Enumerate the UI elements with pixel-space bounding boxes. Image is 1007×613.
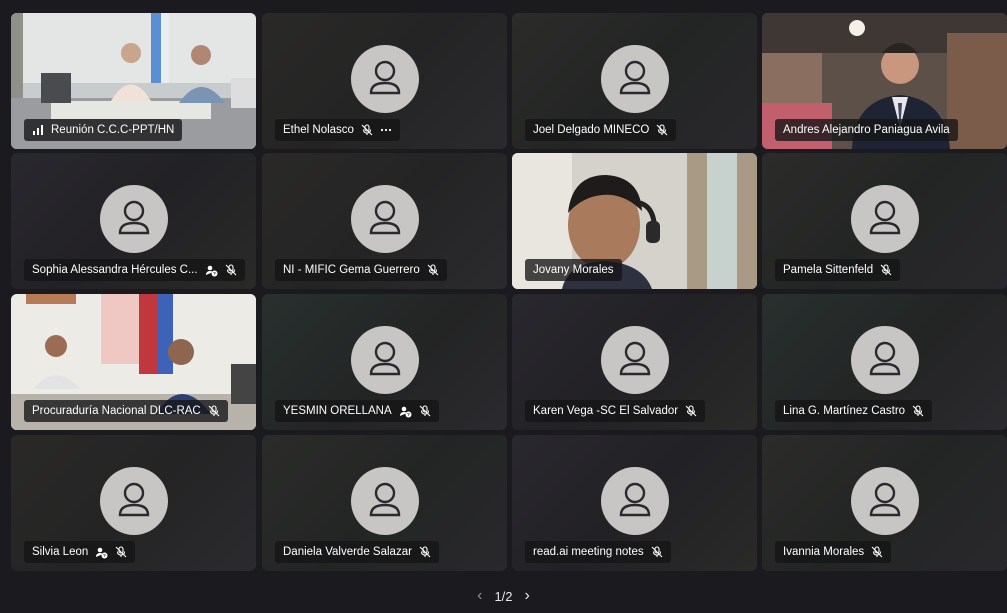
mic-off-icon	[651, 546, 663, 558]
participant-label: Andres Alejandro Paniagua Avila	[775, 119, 958, 141]
mic-off-icon	[361, 124, 373, 136]
mic-off-icon	[685, 405, 697, 417]
person-avatar-icon	[350, 185, 419, 253]
participant-label: Karen Vega -SC El Salvador	[525, 400, 706, 422]
video-tile-3[interactable]: Joel Delgado MINECO	[512, 13, 757, 149]
participant-label: Silvia Leon ?	[24, 541, 136, 563]
video-tile-4[interactable]: Andres Alejandro Paniagua Avila	[762, 13, 1007, 149]
person-avatar-icon	[350, 45, 419, 113]
participant-label: Procuraduría Nacional DLC-RAC	[24, 400, 228, 422]
participant-name: Joel Delgado MINECO	[533, 124, 650, 136]
gallery-pager: ‹ 1/2 ›	[0, 587, 1007, 605]
person-avatar-icon	[350, 467, 419, 535]
participant-name: Daniela Valverde Salazar	[283, 546, 412, 558]
participant-label: NI - MIFIC Gema Guerrero	[275, 259, 447, 281]
video-tile-12[interactable]: Lina G. Martínez Castro	[762, 294, 1007, 430]
prev-page-button[interactable]: ‹	[477, 587, 482, 605]
mic-off-icon	[419, 546, 431, 558]
mic-off-icon	[656, 124, 668, 136]
video-tile-5[interactable]: Sophia Alessandra Hércules C... ?	[11, 153, 256, 289]
participant-label: Daniela Valverde Salazar	[275, 541, 439, 563]
video-tile-9[interactable]: Procuraduría Nacional DLC-RAC	[11, 294, 256, 430]
person-avatar-icon	[600, 326, 669, 394]
video-tile-14[interactable]: Daniela Valverde Salazar	[262, 435, 507, 571]
participant-name: NI - MIFIC Gema Guerrero	[283, 264, 420, 276]
mic-off-icon	[225, 264, 237, 276]
person-avatar-icon	[850, 185, 919, 253]
participant-name: Silvia Leon	[32, 546, 89, 558]
participant-name: Procuraduría Nacional DLC-RAC	[32, 405, 201, 417]
mic-off-icon	[115, 546, 127, 558]
participant-label: Jovany Morales	[525, 259, 622, 281]
mic-off-icon	[427, 264, 439, 276]
participant-name: Andres Alejandro Paniagua Avila	[783, 124, 950, 136]
video-tile-6[interactable]: NI - MIFIC Gema Guerrero	[262, 153, 507, 289]
person-avatar-icon	[99, 467, 168, 535]
person-avatar-icon	[99, 185, 168, 253]
participant-name: read.ai meeting notes	[533, 546, 644, 558]
video-tile-13[interactable]: Silvia Leon ?	[11, 435, 256, 571]
participant-name: Lina G. Martínez Castro	[783, 405, 906, 417]
next-page-button[interactable]: ›	[525, 587, 530, 605]
participant-name: YESMIN ORELLANA	[283, 405, 392, 417]
participant-label: read.ai meeting notes	[525, 541, 671, 563]
person-avatar-icon	[850, 467, 919, 535]
person-avatar-icon	[350, 326, 419, 394]
participant-name: Jovany Morales	[533, 264, 614, 276]
mic-off-icon	[912, 405, 924, 417]
participant-name: Sophia Alessandra Hércules C...	[32, 264, 198, 276]
participant-name: Pamela Sittenfeld	[783, 264, 874, 276]
participant-label: Joel Delgado MINECO	[525, 119, 677, 141]
raise-hand-icon: ?	[399, 405, 412, 418]
participant-label: Ethel Nolasco	[275, 119, 400, 141]
participant-label: Lina G. Martínez Castro	[775, 400, 933, 422]
participant-name: Karen Vega -SC El Salvador	[533, 405, 679, 417]
video-tile-2[interactable]: Ethel Nolasco	[262, 13, 507, 149]
mic-off-icon	[208, 405, 220, 417]
video-tile-7[interactable]: Jovany Morales	[512, 153, 757, 289]
person-avatar-icon	[850, 326, 919, 394]
participant-name: Reunión C.C.C-PPT/HN	[51, 124, 175, 136]
mic-off-icon	[871, 546, 883, 558]
participant-label: Ivannia Morales	[775, 541, 892, 563]
page-indicator: 1/2	[494, 588, 513, 604]
video-tile-15[interactable]: read.ai meeting notes	[512, 435, 757, 571]
participant-label: Reunión C.C.C-PPT/HN	[24, 119, 183, 141]
svg-text:?: ?	[103, 553, 106, 558]
video-tile-11[interactable]: Karen Vega -SC El Salvador	[512, 294, 757, 430]
video-tile-10[interactable]: YESMIN ORELLANA ?	[262, 294, 507, 430]
participant-label: YESMIN ORELLANA ?	[275, 400, 439, 422]
participant-label: Sophia Alessandra Hércules C... ?	[24, 259, 245, 281]
raise-hand-icon: ?	[205, 264, 218, 277]
mic-off-icon	[880, 264, 892, 276]
participant-name: Ivannia Morales	[783, 546, 865, 558]
participant-name: Ethel Nolasco	[283, 124, 354, 136]
video-tile-8[interactable]: Pamela Sittenfeld	[762, 153, 1007, 289]
video-tile-16[interactable]: Ivannia Morales	[762, 435, 1007, 571]
svg-text:?: ?	[407, 412, 410, 417]
person-avatar-icon	[600, 467, 669, 535]
signal-bars-icon	[32, 124, 44, 136]
mic-off-icon	[419, 405, 431, 417]
participant-label: Pamela Sittenfeld	[775, 259, 901, 281]
raise-hand-icon: ?	[95, 546, 108, 559]
person-avatar-icon	[600, 45, 669, 113]
more-icon[interactable]	[380, 124, 392, 136]
video-tile-1[interactable]: Reunión C.C.C-PPT/HN	[11, 13, 256, 149]
svg-text:?: ?	[213, 271, 216, 276]
